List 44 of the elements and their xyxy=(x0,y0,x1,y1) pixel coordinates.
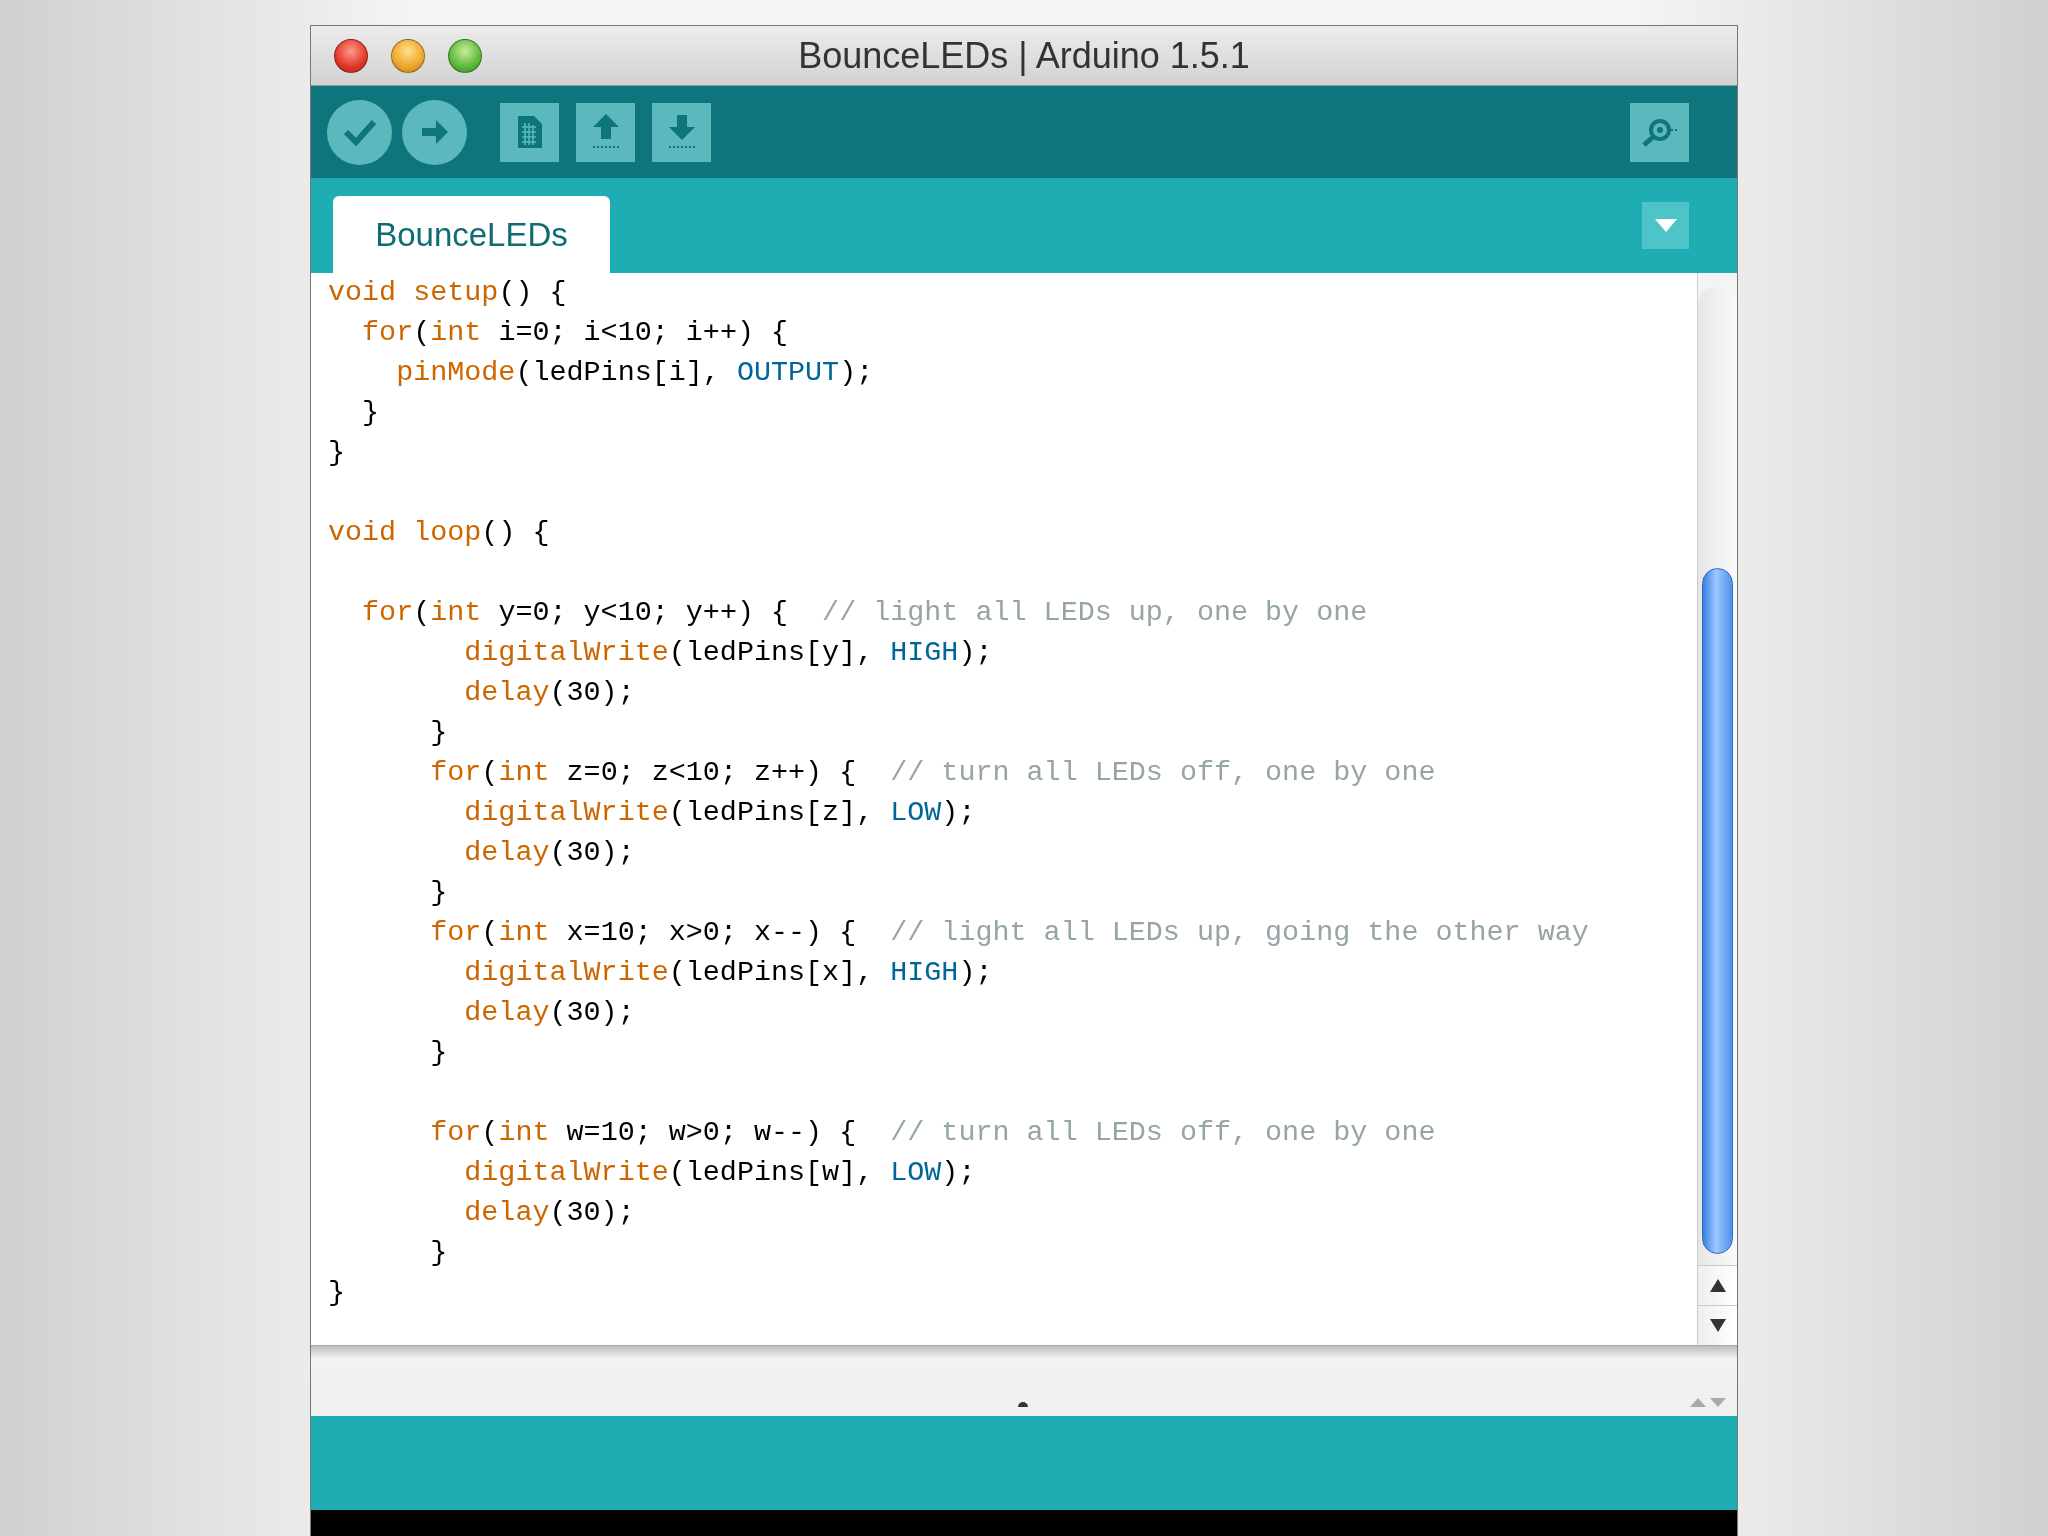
triangle-up-icon xyxy=(1709,1279,1726,1292)
open-button[interactable] xyxy=(576,102,635,162)
code-line: } xyxy=(361,395,380,431)
scroll-up-button[interactable] xyxy=(1698,1265,1737,1305)
code-line: void setup() { xyxy=(328,275,567,311)
code-line: digitalWrite(ledPins[z], LOW); xyxy=(463,795,976,831)
code-line: } xyxy=(429,1035,448,1071)
scrollbar-thumb[interactable] xyxy=(1702,568,1733,1254)
arrow-right-icon xyxy=(419,118,450,146)
code-line: } xyxy=(328,435,346,471)
code-line: for(int y=0; y<10; y++) { // light all LEDs up, one by one xyxy=(361,595,1368,631)
code-line: for(int z=0; z<10; z++) { // turn all LEDs off, one by one xyxy=(429,755,1436,791)
window-title: BounceLEDs | Arduino 1.5.1 xyxy=(798,34,1250,76)
new-button[interactable] xyxy=(500,102,559,162)
code-line: for(int w=10; w>0; w--) { // turn all LEDs off, one by one xyxy=(429,1115,1436,1151)
caret-down-icon xyxy=(1654,219,1677,232)
code-line: digitalWrite(ledPins[y], HIGH); xyxy=(463,635,993,671)
document-icon xyxy=(515,115,544,149)
file-tab[interactable]: BounceLEDs xyxy=(333,196,610,273)
code-line: digitalWrite(ledPins[w], LOW); xyxy=(463,1155,976,1191)
code-line: delay(30); xyxy=(463,995,635,1031)
save-button[interactable] xyxy=(652,102,711,162)
scroll-down-button[interactable] xyxy=(1698,1305,1737,1345)
zoom-button[interactable] xyxy=(448,38,482,73)
close-button[interactable] xyxy=(334,38,368,73)
code-line: } xyxy=(429,875,448,911)
code-line: delay(30); xyxy=(463,1195,635,1231)
serial-monitor-button[interactable] xyxy=(1630,102,1689,162)
code-line: delay(30); xyxy=(463,675,635,711)
tab-menu-button[interactable] xyxy=(1642,202,1689,249)
up-down-arrows-icon xyxy=(1689,1396,1727,1408)
minimize-button[interactable] xyxy=(391,38,425,73)
code-line: void loop() { xyxy=(328,515,550,551)
code-line: } xyxy=(328,1275,346,1311)
code-line: } xyxy=(429,1235,448,1271)
code-line: for(int x=10; x>0; x--) { // light all LEDs up, going the other way xyxy=(429,915,1589,951)
triangle-down-icon xyxy=(1709,1319,1726,1332)
code-line: for(int i=0; i<10; i++) { xyxy=(361,315,789,351)
code-line: } xyxy=(429,715,448,751)
code-line: delay(30); xyxy=(463,835,635,871)
code-line: digitalWrite(ledPins[x], HIGH); xyxy=(463,955,993,991)
grip-icon xyxy=(1017,1400,1029,1408)
check-icon xyxy=(342,118,377,146)
code-line: pinMode(ledPins[i], OUTPUT); xyxy=(395,355,874,391)
